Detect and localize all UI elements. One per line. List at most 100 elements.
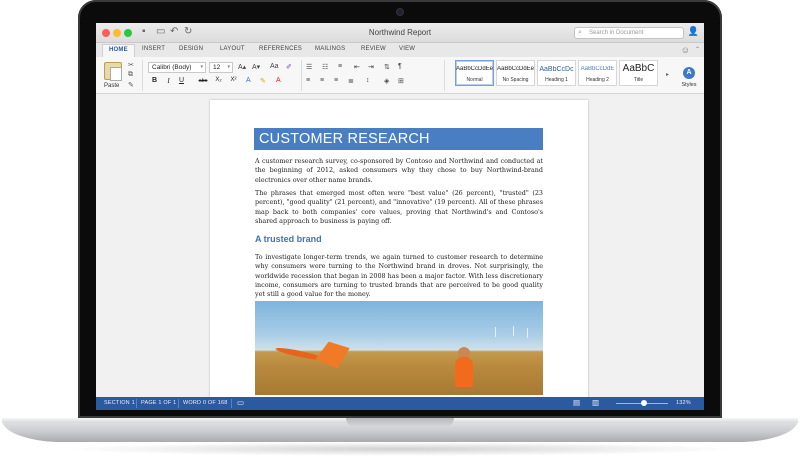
clear-formatting-icon[interactable]: ✐	[286, 63, 292, 71]
italic-button[interactable]: I	[163, 77, 174, 88]
collapse-ribbon-icon[interactable]: ⌃	[695, 46, 700, 53]
paste-button[interactable]	[104, 62, 122, 81]
numbering-icon[interactable]: ☷	[322, 63, 328, 71]
copy-icon[interactable]: ⧉	[128, 71, 133, 79]
field-kite-photo[interactable]	[255, 301, 543, 395]
ribbon-tabs: HOME INSERT DESIGN LAYOUT REFERENCES MAI…	[96, 43, 704, 57]
highlight-icon[interactable]: ✎	[260, 77, 266, 85]
style-title[interactable]: AaBbC Title	[619, 60, 658, 86]
justify-icon[interactable]: ≣	[348, 77, 354, 85]
tab-view[interactable]: VIEW	[399, 46, 415, 52]
paste-label: Paste	[104, 83, 120, 89]
borders-icon[interactable]: ⊞	[398, 77, 404, 85]
subscript-button[interactable]: X₂	[213, 77, 224, 88]
tab-design[interactable]: DESIGN	[179, 46, 203, 52]
change-case-icon[interactable]: Aa	[270, 63, 279, 70]
tab-review[interactable]: REVIEW	[361, 46, 386, 52]
shrink-font-icon[interactable]: A▾	[252, 63, 260, 71]
search-input[interactable]: ⌕ Search in Document	[574, 27, 684, 39]
chevron-right-icon[interactable]: ▸	[666, 71, 669, 78]
show-formatting-icon[interactable]: ¶	[398, 63, 402, 70]
underline-button[interactable]: U	[176, 77, 187, 88]
style-sample: AaBbCcDdEe	[497, 66, 534, 72]
ribbon-separator	[444, 60, 445, 91]
proofing-book-icon[interactable]: ▭	[237, 398, 244, 407]
style-no-spacing[interactable]: AaBbCcDdEe No Spacing	[496, 60, 535, 86]
ribbon-separator	[301, 60, 302, 91]
wind-turbine	[513, 326, 514, 336]
heading-banner: CUSTOMER RESEARCH	[254, 128, 543, 150]
ribbon-home: Paste ✂ ⧉ ✎ Calibri (Body) ▾ 12 ▾ A▴ A▾ …	[96, 57, 704, 94]
print-layout-icon[interactable]: ▤	[573, 398, 580, 407]
status-separator	[231, 399, 232, 408]
line-spacing-icon[interactable]: ↕	[366, 77, 370, 84]
status-word-count[interactable]: WORD 0 OF 168	[183, 400, 227, 406]
tab-home[interactable]: HOME	[102, 44, 135, 57]
document-heading: CUSTOMER RESEARCH	[259, 131, 430, 147]
shading-icon[interactable]: ◈	[384, 77, 389, 85]
align-left-icon[interactable]: ≡	[306, 77, 310, 84]
styles-icon: A	[683, 67, 695, 79]
align-right-icon[interactable]: ≡	[334, 77, 338, 84]
wind-turbine	[495, 327, 496, 337]
style-name: Normal	[466, 77, 483, 83]
laptop-notch	[346, 418, 454, 427]
status-section[interactable]: SECTION 1	[104, 400, 135, 406]
paragraph-1: A customer research survey, co-sponsored…	[255, 157, 543, 184]
cut-icon[interactable]: ✂	[128, 61, 134, 69]
title-bar: ▪ ▭ ↶ ↻ Northwind Report ⌕ Search in Doc…	[96, 23, 704, 43]
text-effects-icon[interactable]: A	[246, 77, 251, 84]
feedback-smiley-icon[interactable]: ☺	[681, 45, 690, 55]
child	[455, 357, 473, 387]
tab-insert[interactable]: INSERT	[142, 46, 165, 52]
tab-layout[interactable]: LAYOUT	[220, 46, 245, 52]
word-window: ▪ ▭ ↶ ↻ Northwind Report ⌕ Search in Doc…	[96, 23, 704, 410]
zoom-level[interactable]: 132%	[676, 400, 691, 406]
chevron-down-icon: ▾	[227, 64, 230, 70]
style-heading-1[interactable]: AaBbCcDc Heading 1	[537, 60, 576, 86]
font-size-select[interactable]: 12 ▾	[209, 62, 233, 73]
status-separator	[178, 399, 179, 408]
style-name: Heading 1	[545, 77, 568, 83]
zoom-slider-thumb[interactable]	[641, 400, 648, 406]
wind-turbine	[527, 328, 528, 338]
status-bar: SECTION 1 PAGE 1 OF 1 WORD 0 OF 168 ▭ ▤ …	[96, 397, 704, 410]
tab-mailings[interactable]: MAILINGS	[315, 46, 345, 52]
tab-references[interactable]: REFERENCES	[259, 46, 302, 52]
format-painter-icon[interactable]: ✎	[128, 81, 134, 89]
style-sample: AaBbCcDdE	[580, 66, 615, 72]
laptop-shadow	[60, 442, 740, 456]
styles-pane-button[interactable]: A Styles	[678, 61, 700, 88]
chevron-down-icon: ▾	[200, 64, 203, 70]
web-layout-icon[interactable]: ▥	[592, 398, 599, 407]
style-normal[interactable]: AaBbCcDdEe Normal	[455, 60, 494, 86]
bullets-icon[interactable]: ☰	[306, 63, 312, 71]
superscript-button[interactable]: X²	[228, 77, 239, 88]
align-center-icon[interactable]: ≡	[320, 77, 324, 84]
styles-label: Styles	[681, 82, 697, 88]
document-page[interactable]: CUSTOMER RESEARCH A customer research su…	[210, 100, 588, 410]
strikethrough-button[interactable]: abc	[196, 78, 210, 89]
document-area[interactable]: CUSTOMER RESEARCH A customer research su…	[96, 94, 704, 410]
ribbon-separator	[142, 60, 143, 91]
font-color-icon[interactable]: A	[276, 77, 281, 84]
bold-button[interactable]: B	[149, 77, 160, 88]
style-name: No Spacing	[502, 77, 529, 83]
search-placeholder: Search in Document	[589, 30, 644, 36]
multilevel-list-icon[interactable]: ≡	[338, 63, 342, 70]
font-name-select[interactable]: Calibri (Body) ▾	[148, 62, 206, 73]
status-separator	[136, 399, 137, 408]
style-name: Title	[633, 77, 644, 83]
paragraph-2: The phrases that emerged most often were…	[255, 189, 543, 225]
decrease-indent-icon[interactable]: ⇤	[354, 63, 360, 71]
style-heading-2[interactable]: AaBbCcDdE Heading 2	[578, 60, 617, 86]
font-name-value: Calibri (Body)	[152, 64, 192, 71]
style-sample: AaBbC	[622, 63, 655, 74]
sort-icon[interactable]: ⇅	[384, 63, 390, 71]
share-person-icon[interactable]: 👤	[688, 26, 699, 37]
style-sample: AaBbCcDdEe	[456, 66, 493, 72]
style-name: Heading 2	[586, 77, 609, 83]
grow-font-icon[interactable]: A▴	[238, 63, 246, 71]
status-page[interactable]: PAGE 1 OF 1	[141, 400, 176, 406]
increase-indent-icon[interactable]: ⇥	[368, 63, 374, 71]
